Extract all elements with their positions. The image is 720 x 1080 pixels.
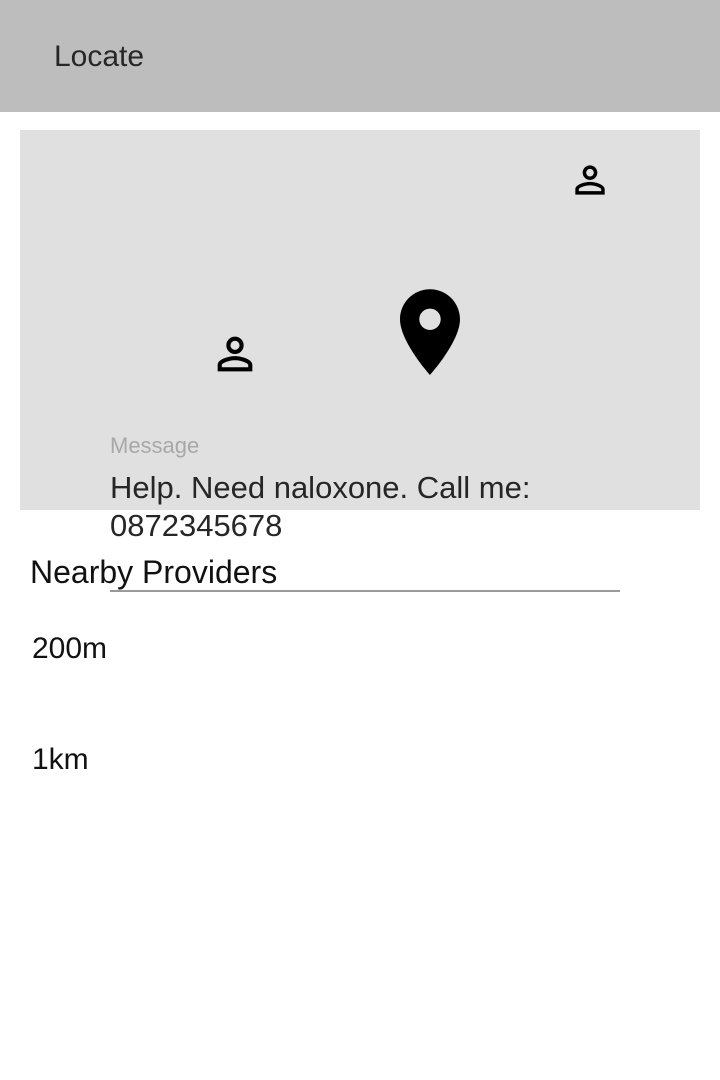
nearby-providers-heading: Nearby Providers: [30, 554, 278, 590]
app-bar: Locate: [0, 0, 720, 112]
provider-distance[interactable]: 200m: [32, 631, 107, 667]
message-input[interactable]: Help. Need naloxone. Call me: 0872345678: [110, 469, 610, 545]
page-title: Locate: [54, 40, 145, 73]
provider-distance[interactable]: 1km: [32, 742, 89, 778]
message-label: Message: [110, 433, 200, 458]
person-icon[interactable]: [209, 328, 261, 380]
location-pin-icon[interactable]: [390, 285, 470, 375]
person-icon[interactable]: [568, 158, 612, 202]
